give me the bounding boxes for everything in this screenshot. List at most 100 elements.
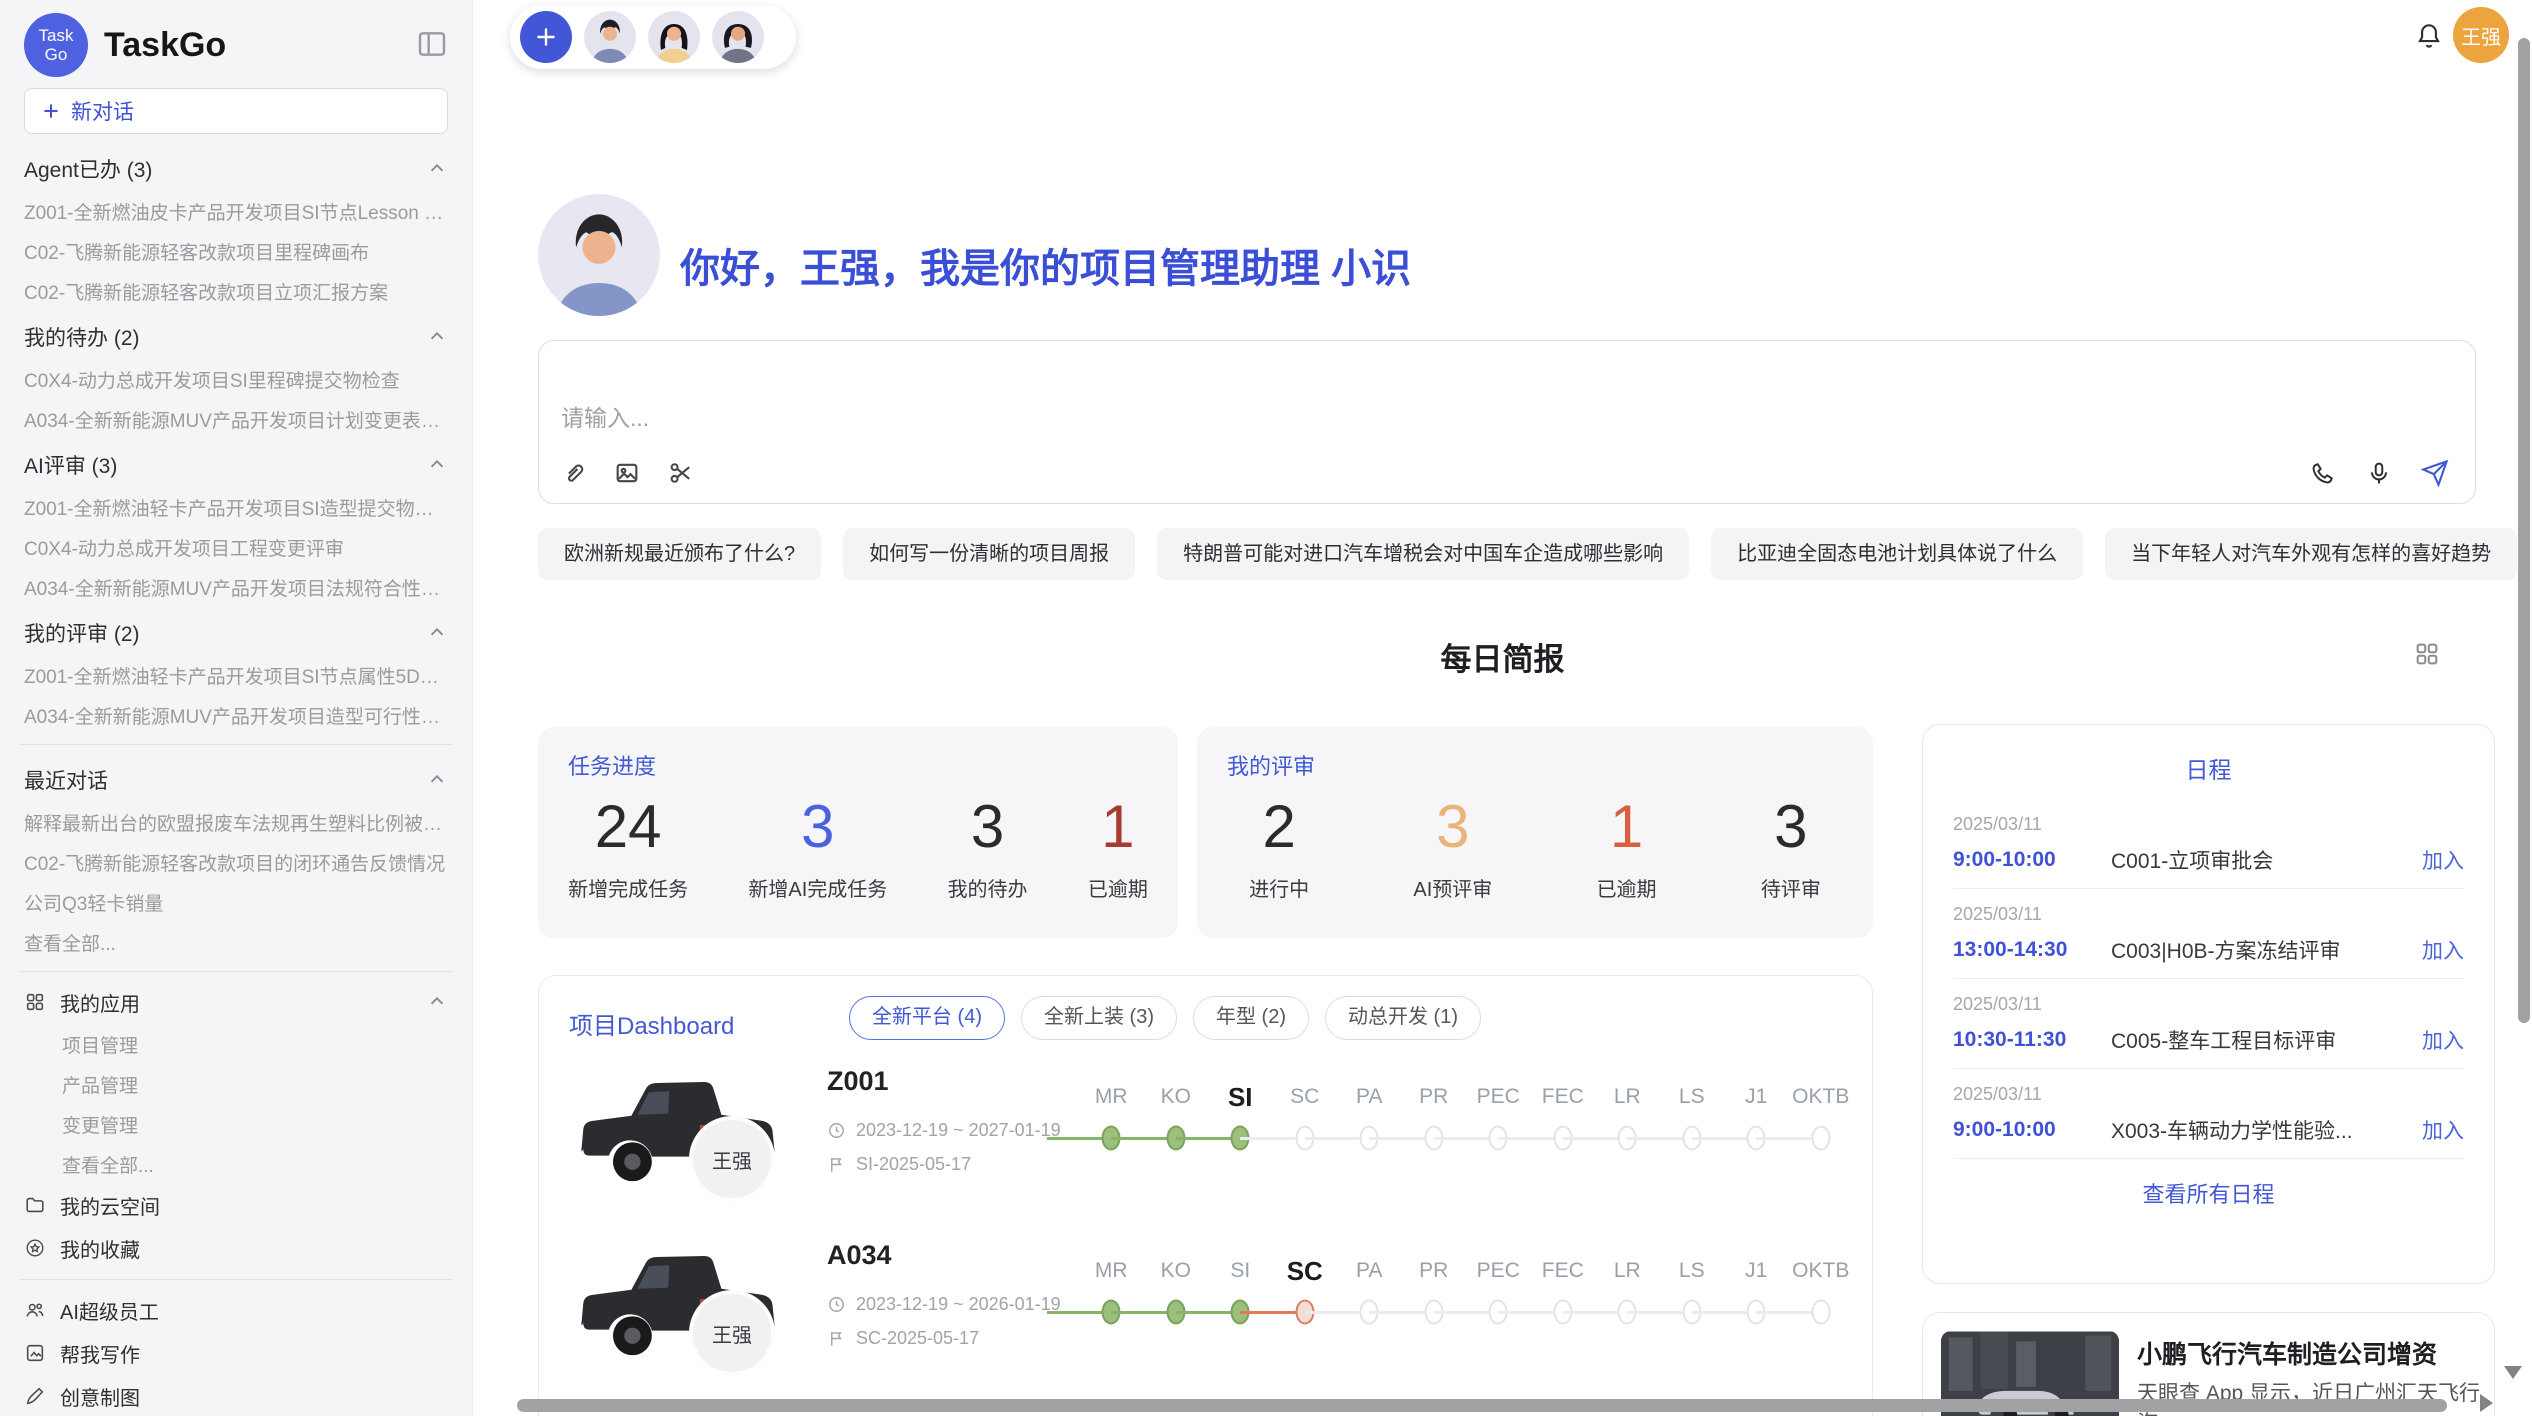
- owner-avatar: 王强: [689, 1290, 775, 1376]
- vertical-scrollbar[interactable]: [2518, 38, 2530, 1023]
- new-chat-button[interactable]: 新对话: [24, 88, 448, 134]
- chevron-up-icon[interactable]: [426, 769, 448, 791]
- join-link[interactable]: 加入: [2422, 935, 2464, 965]
- sidebar-item-creative-draw[interactable]: 创意制图: [24, 1383, 448, 1409]
- sidebar-item[interactable]: C0X4-动力总成开发项目SI里程碑提交物检查: [24, 366, 448, 390]
- sidebar-item[interactable]: Z001-全新燃油皮卡产品开发项目SI节点Lesson Learn报告: [24, 198, 448, 222]
- sidebar-item-favorites[interactable]: 我的收藏: [24, 1235, 448, 1261]
- milestone-SC: SC: [1273, 1252, 1338, 1334]
- divider: [20, 971, 452, 972]
- user-avatar[interactable]: 王强: [2453, 7, 2509, 63]
- project-row[interactable]: 王强 A034 2023-12-19 ~ 2026-01-19 SC-2025-…: [539, 1230, 1873, 1404]
- tab-model-year[interactable]: 年型 (2): [1193, 996, 1309, 1040]
- image-icon[interactable]: [613, 459, 641, 487]
- sidebar-item[interactable]: Z001-全新燃油轻卡产品开发项目SI节点属性5D文件评审: [24, 662, 448, 686]
- chevron-up-icon[interactable]: [426, 622, 448, 644]
- milestone-MR: MR: [1079, 1252, 1144, 1334]
- task-progress-card: 任务进度 24 新增完成任务 3 新增AI完成任务 3 我的待办 1 已逾期: [538, 727, 1178, 938]
- join-link[interactable]: 加入: [2422, 845, 2464, 875]
- phone-icon[interactable]: [2309, 459, 2337, 487]
- microphone-icon[interactable]: [2365, 459, 2393, 487]
- section-recent-chats[interactable]: 最近对话: [24, 767, 448, 793]
- sidebar-item[interactable]: 解释最新出台的欧盟报废车法规再生塑料比例被调至15%...: [24, 809, 448, 833]
- view-all-chats[interactable]: 查看全部...: [24, 929, 448, 953]
- tab-new-body[interactable]: 全新上装 (3): [1021, 996, 1177, 1040]
- sidebar-item[interactable]: A034-全新新能源MUV产品开发项目造型可行性评审: [24, 702, 448, 726]
- send-icon[interactable]: [2421, 459, 2449, 487]
- card-title: 任务进度: [568, 749, 656, 781]
- chevron-up-icon[interactable]: [426, 991, 448, 1013]
- suggestion-chip[interactable]: 当下年轻人对汽车外观有怎样的喜好趋势: [2105, 528, 2517, 580]
- sidebar-item[interactable]: C02-飞腾新能源轻客改款项目立项汇报方案: [24, 278, 448, 302]
- new-chat-label: 新对话: [71, 96, 134, 126]
- agent-avatar-2[interactable]: [648, 11, 700, 63]
- join-link[interactable]: 加入: [2422, 1115, 2464, 1145]
- chevron-up-icon[interactable]: [426, 158, 448, 180]
- section-ai-review[interactable]: AI评审 (3): [24, 452, 448, 478]
- view-all-apps[interactable]: 查看全部...: [24, 1151, 448, 1175]
- schedule-event: 2025/03/11 9:00-10:00 X003-车辆动力学性能验... 加…: [1953, 1069, 2464, 1159]
- view-all-schedule-link[interactable]: 查看所有日程: [1953, 1159, 2464, 1209]
- section-agent-done[interactable]: Agent已办 (3): [24, 156, 448, 182]
- stat-ai-done: 3 新增AI完成任务: [748, 793, 887, 902]
- sidebar-item-write-helper[interactable]: 帮我写作: [24, 1340, 448, 1366]
- sidebar-item[interactable]: 公司Q3轻卡销量: [24, 889, 448, 913]
- milestone-PA: PA: [1337, 1078, 1402, 1160]
- sidebar-collapse-icon[interactable]: [416, 28, 448, 60]
- main-content: 王强 你好，王强，我是你的项目管理助理 小识 请输入... 欧洲新规最近颁布了什…: [473, 0, 2532, 1416]
- owner-avatar: 王强: [689, 1116, 775, 1202]
- sidebar-item-cloud-space[interactable]: 我的云空间: [24, 1192, 448, 1218]
- chat-input[interactable]: 请输入...: [538, 340, 2476, 504]
- logo-text-bottom: Go: [45, 45, 68, 64]
- sidebar-item[interactable]: C02-飞腾新能源轻客改款项目的闭环通告反馈情况: [24, 849, 448, 873]
- chevron-up-icon[interactable]: [426, 454, 448, 476]
- tab-powertrain[interactable]: 动总开发 (1): [1325, 996, 1481, 1040]
- sidebar-item[interactable]: C0X4-动力总成开发项目工程变更评审: [24, 534, 448, 558]
- section-my-todo[interactable]: 我的待办 (2): [24, 324, 448, 350]
- sidebar-item-ai-employee[interactable]: AI超级员工: [24, 1297, 448, 1323]
- scissors-icon[interactable]: [667, 459, 695, 487]
- sidebar-item[interactable]: Z001-全新燃油轻卡产品开发项目SI造型提交物评审: [24, 494, 448, 518]
- section-my-review[interactable]: 我的评审 (2): [24, 620, 448, 646]
- suggestion-chip[interactable]: 比亚迪全固态电池计划具体说了什么: [1711, 528, 2083, 580]
- horizontal-scrollbar[interactable]: [517, 1399, 2447, 1412]
- greeting-text: 你好，王强，我是你的项目管理助理 小识: [680, 236, 1411, 294]
- project-row[interactable]: 王强 Z001 2023-12-19 ~ 2027-01-19 SI-2025-…: [539, 1056, 1873, 1230]
- sidebar-item-change-mgmt[interactable]: 变更管理: [24, 1111, 448, 1135]
- event-date: 2025/03/11: [1953, 994, 2464, 1015]
- sidebar-item-project-mgmt[interactable]: 项目管理: [24, 1031, 448, 1055]
- milestone-OKTB: OKTB: [1789, 1078, 1854, 1160]
- logo-text-top: Task: [39, 26, 74, 45]
- suggestion-chip[interactable]: 欧洲新规最近颁布了什么?: [538, 528, 821, 580]
- milestone-J1: J1: [1724, 1078, 1789, 1160]
- join-link[interactable]: 加入: [2422, 1025, 2464, 1055]
- project-name: Z001: [827, 1066, 889, 1097]
- sidebar-item-product-mgmt[interactable]: 产品管理: [24, 1071, 448, 1095]
- milestone-J1: J1: [1724, 1252, 1789, 1334]
- agent-avatar-3[interactable]: [712, 11, 764, 63]
- notification-bell-icon[interactable]: [2413, 20, 2445, 52]
- sidebar-item[interactable]: A034-全新新能源MUV产品开发项目计划变更表编写: [24, 406, 448, 430]
- plus-icon: [533, 24, 559, 50]
- scroll-right-arrow[interactable]: [2480, 1394, 2493, 1412]
- folder-icon: [24, 1194, 46, 1216]
- suggestion-chip[interactable]: 如何写一份清晰的项目周报: [843, 528, 1135, 580]
- sidebar-item[interactable]: A034-全新新能源MUV产品开发项目法规符合性评审: [24, 574, 448, 598]
- milestone-track: MRKOSISCPAPRPECFECLRLSJ1OKTB: [1079, 1252, 1853, 1334]
- chevron-up-icon[interactable]: [426, 326, 448, 348]
- suggestion-chip[interactable]: 特朗普可能对进口汽车增税会对中国车企造成哪些影响: [1157, 528, 1689, 580]
- project-flag-milestone: SI-2025-05-17: [827, 1154, 971, 1175]
- layout-grid-icon[interactable]: [2413, 640, 2441, 668]
- agent-avatar-1[interactable]: [584, 11, 636, 63]
- schedule-card: 日程 2025/03/11 9:00-10:00 C001-立项审批会 加入 2…: [1922, 724, 2495, 1284]
- tab-new-platform[interactable]: 全新平台 (4): [849, 996, 1005, 1040]
- paperclip-icon[interactable]: [559, 459, 587, 487]
- add-agent-button[interactable]: [520, 11, 572, 63]
- sidebar-item-my-apps[interactable]: 我的应用: [24, 989, 448, 1015]
- app-title: TaskGo: [104, 26, 226, 65]
- picture-icon: [24, 1342, 46, 1364]
- scroll-down-arrow[interactable]: [2504, 1366, 2522, 1379]
- sidebar-item[interactable]: C02-飞腾新能源轻客改款项目里程碑画布: [24, 238, 448, 262]
- dashboard-title: 项目Dashboard: [569, 1006, 734, 1041]
- card-title: 我的评审: [1227, 749, 1315, 781]
